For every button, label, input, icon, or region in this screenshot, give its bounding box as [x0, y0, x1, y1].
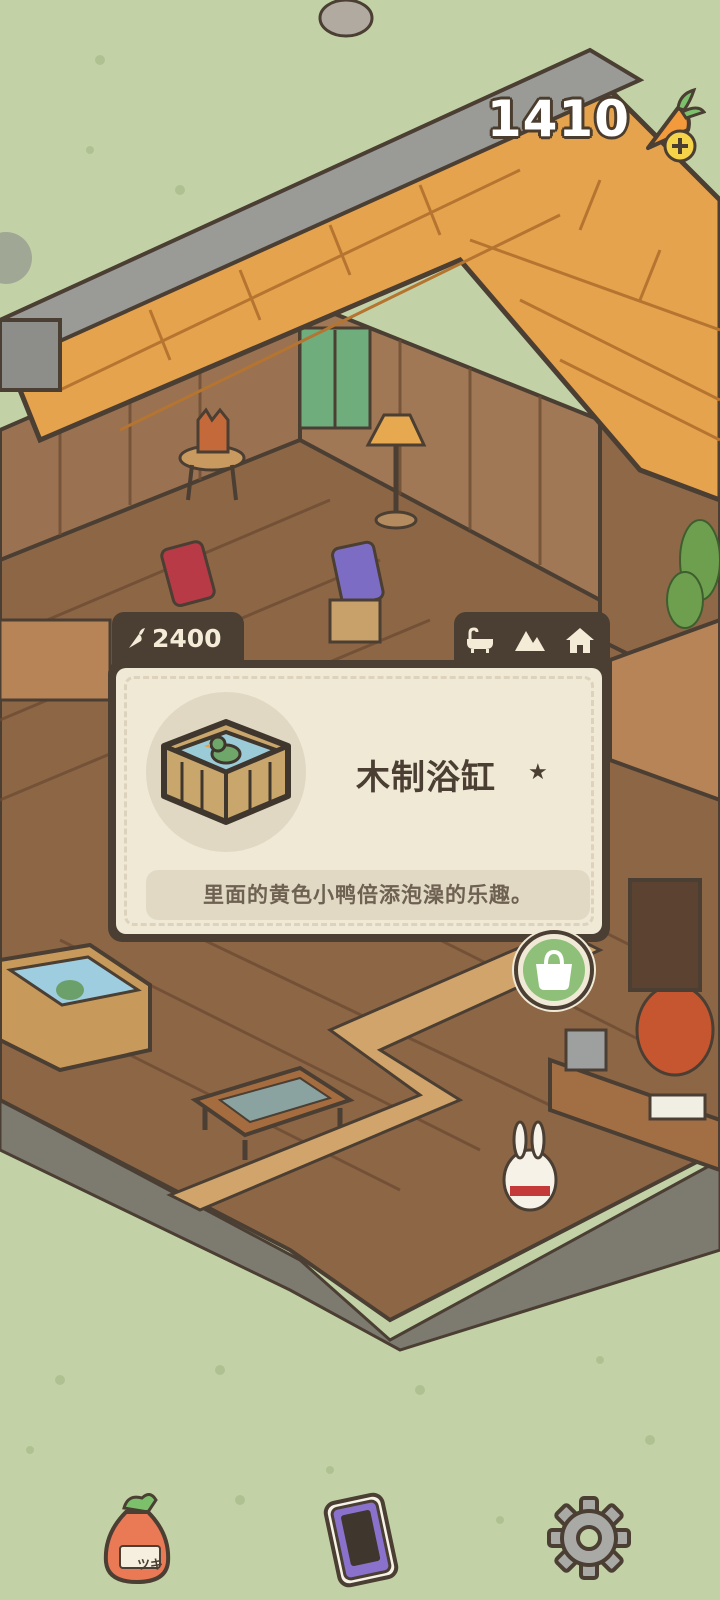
house-icon: [566, 628, 594, 653]
bathtub-icon: [467, 627, 493, 653]
item-description: 里面的黄色小鸭倍添泡澡的乐趣。: [146, 870, 590, 920]
plus-icon[interactable]: [662, 128, 698, 164]
mountain-icon: [515, 631, 545, 651]
bag-label: ツキ: [136, 1558, 163, 1573]
carrot-count: 1410: [486, 90, 630, 148]
pedestal: [328, 598, 382, 644]
chimney: [0, 318, 62, 392]
carrot-counter[interactable]: 1410: [480, 86, 712, 176]
carrot-icon: [129, 628, 145, 648]
item-info-card[interactable]: 木制浴缸 ★ 里面的黄色小鸭倍添泡澡的乐趣。: [108, 660, 610, 942]
left-shelf: [0, 618, 112, 702]
diamond-icon-button: [0, 232, 32, 284]
settings-gear-icon: [547, 1496, 631, 1580]
buy-button[interactable]: [512, 928, 596, 1012]
phone-icon: [323, 1492, 399, 1588]
carrot-bag-button[interactable]: ツキ: [96, 1490, 178, 1590]
rock: [318, 0, 374, 38]
item-thumbnail: [146, 692, 306, 852]
wooden-bathtub-icon: [161, 719, 291, 825]
item-rating-star: ★: [528, 760, 548, 785]
settings-button[interactable]: [544, 1490, 634, 1586]
item-name: 木制浴缸: [356, 758, 496, 798]
phone-button[interactable]: [316, 1490, 406, 1590]
carrot-bag-icon: [103, 1493, 171, 1585]
item-info-body: 木制浴缸 ★ 里面的黄色小鸭倍添泡澡的乐趣。: [116, 668, 602, 934]
item-price: 2400: [152, 624, 222, 653]
doorway: [628, 878, 702, 992]
shopping-bag-icon: [514, 930, 594, 1010]
